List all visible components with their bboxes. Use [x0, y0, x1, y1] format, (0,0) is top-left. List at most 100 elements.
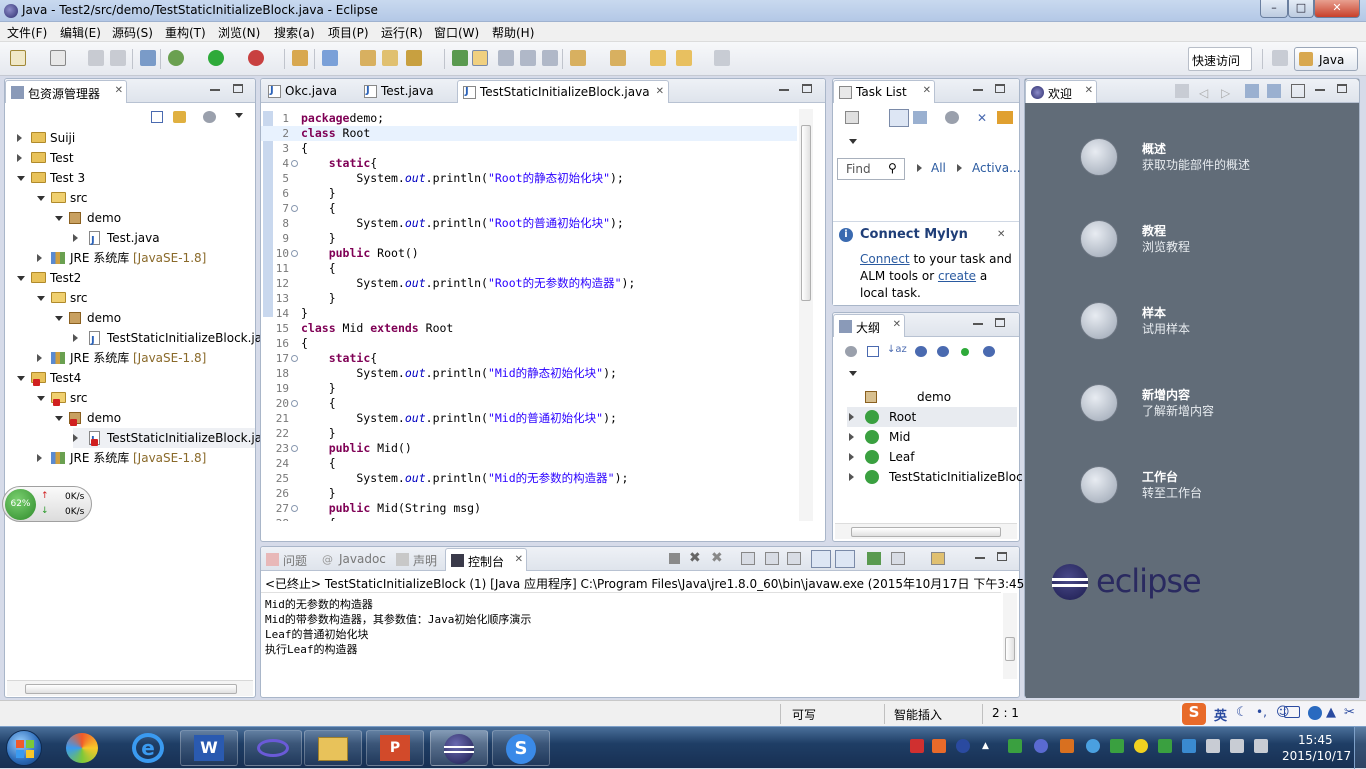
terminate-icon[interactable] — [669, 553, 680, 564]
clock-date[interactable]: 2015/10/17 — [1282, 749, 1351, 763]
tab-task-list[interactable]: Task List ✕ — [833, 80, 935, 103]
outline-item-root[interactable]: Root — [847, 407, 1017, 427]
tray-sogou-icon[interactable] — [932, 739, 946, 753]
collapse-all-icon[interactable] — [151, 111, 163, 123]
quick-access-input[interactable]: 快速访问 — [1188, 47, 1252, 71]
tab-javadoc[interactable]: @ Javadoc — [317, 548, 391, 571]
tray-plus-icon[interactable] — [1134, 739, 1148, 753]
expand-icon[interactable] — [73, 434, 78, 442]
fold-toggle-icon[interactable] — [291, 355, 298, 362]
code-line[interactable]: 22 } — [261, 426, 797, 441]
show-stderr-icon[interactable] — [835, 550, 855, 568]
tab-okc-java[interactable]: Okc.java — [263, 80, 355, 103]
taskbar-powerpoint[interactable]: P — [366, 730, 424, 766]
scrollbar-thumb[interactable] — [1005, 637, 1015, 661]
new-icon[interactable] — [10, 50, 26, 66]
tab-welcome[interactable]: 欢迎 ✕ — [1025, 80, 1097, 103]
clear-console-icon[interactable] — [741, 552, 755, 565]
filter-icon[interactable] — [845, 346, 857, 357]
expand-icon[interactable] — [73, 334, 78, 342]
tray-monitor-icon[interactable] — [1206, 739, 1220, 753]
minimize-view-icon[interactable] — [1315, 89, 1325, 91]
tab-package-explorer[interactable]: 包资源管理器 ✕ — [5, 80, 127, 103]
expand-icon[interactable] — [849, 433, 854, 441]
tab-declaration[interactable]: 声明 — [391, 548, 443, 571]
tray-infinity-icon[interactable] — [1034, 739, 1048, 753]
view-menu-icon[interactable] — [235, 113, 243, 118]
scroll-lock-icon[interactable] — [765, 552, 779, 565]
menu-project[interactable]: 项目(P) — [328, 24, 369, 41]
horizontal-scrollbar[interactable] — [7, 680, 253, 696]
collapse-icon[interactable] — [17, 376, 25, 381]
skin-icon[interactable] — [1308, 706, 1322, 720]
code-line[interactable]: 4 static{ — [261, 156, 797, 171]
new-java-project-icon[interactable] — [292, 50, 308, 66]
punctuation-icon[interactable]: •, — [1256, 705, 1267, 719]
taskbar-app2[interactable] — [244, 730, 302, 766]
show-stdout-icon[interactable] — [811, 550, 831, 568]
code-line[interactable]: 14} — [261, 306, 797, 321]
tab-problems[interactable]: 问题 — [261, 548, 317, 571]
code-line[interactable]: 11 { — [261, 261, 797, 276]
clock-time[interactable]: 15:45 — [1298, 733, 1333, 747]
maximize-view-icon[interactable] — [995, 318, 1005, 327]
minimize-view-icon[interactable] — [973, 89, 983, 91]
maximize-view-icon[interactable] — [995, 84, 1005, 93]
task-find-input[interactable]: Find ⚲ — [837, 158, 905, 180]
pin-console-icon[interactable] — [867, 552, 881, 565]
expand-icon[interactable] — [17, 134, 22, 142]
tray-gear-icon[interactable] — [1086, 739, 1100, 753]
fold-toggle-icon[interactable] — [291, 205, 298, 212]
menu-file[interactable]: 文件(F) — [7, 24, 47, 41]
maximize-view-icon[interactable] — [233, 84, 243, 93]
code-line[interactable]: 13 } — [261, 291, 797, 306]
tray-network-icon[interactable] — [1182, 739, 1196, 753]
minimize-view-icon[interactable] — [975, 557, 985, 559]
maximize-view-icon[interactable] — [802, 84, 812, 93]
show-desktop-button[interactable] — [1354, 727, 1366, 769]
tray-help-icon[interactable] — [956, 739, 970, 753]
code-line[interactable]: 28 { — [261, 516, 797, 521]
code-line[interactable]: 24 { — [261, 456, 797, 471]
remove-all-icon[interactable]: ✖ — [711, 550, 723, 566]
last-edit-location-icon[interactable] — [650, 50, 666, 66]
toggle-view-icon[interactable] — [542, 50, 558, 66]
next-annotation-icon[interactable] — [452, 50, 468, 66]
remove-launch-icon[interactable]: ✖ — [689, 550, 701, 566]
expand-icon[interactable] — [17, 154, 22, 162]
vertical-scrollbar[interactable] — [799, 109, 813, 521]
code-line[interactable]: 16 { — [261, 336, 797, 351]
create-link[interactable]: create — [938, 269, 976, 283]
forward-icon[interactable]: ▷ — [1221, 86, 1230, 100]
close-icon[interactable]: ✕ — [515, 554, 523, 565]
expand-icon[interactable] — [849, 413, 854, 421]
welcome-whats-new[interactable]: 新增内容 了解新增内容 — [1080, 384, 1340, 430]
tray-nvidia-icon[interactable] — [1110, 739, 1124, 753]
expand-icon[interactable] — [37, 454, 42, 462]
expand-icon[interactable] — [849, 453, 854, 461]
fold-toggle-icon[interactable] — [291, 160, 298, 167]
code-line[interactable]: 18 System.out.println("Mid的静态初始化块"); — [261, 366, 797, 381]
code-line[interactable]: 3{ — [261, 141, 797, 156]
filter-icon[interactable] — [945, 111, 959, 124]
welcome-workbench[interactable]: 工作台 转至工作台 — [1080, 466, 1340, 512]
new-task-icon[interactable] — [845, 111, 859, 124]
maximize-button[interactable]: □ — [1288, 0, 1314, 18]
menu-refactor[interactable]: 重构(T) — [165, 24, 206, 41]
console-output[interactable]: Mid的无参数的构造器 Mid的带参数构造器，其参数值：Java初始化顺序演示 … — [261, 592, 1001, 680]
activate-link[interactable]: Activa... — [972, 161, 1021, 175]
moon-icon[interactable]: ☾ — [1236, 705, 1248, 720]
open-console-icon[interactable] — [931, 552, 945, 565]
menu-window[interactable]: 窗口(W) — [434, 24, 479, 41]
code-line[interactable]: 1 packagedemo; — [261, 111, 797, 126]
close-icon[interactable]: ✕ — [656, 86, 664, 97]
welcome-tutorials[interactable]: 教程 浏览教程 — [1080, 220, 1340, 266]
pinwheel-app-icon[interactable] — [66, 733, 98, 763]
save-icon[interactable] — [88, 50, 104, 66]
code-line[interactable]: 12 System.out.println("Root的无参数的构造器"); — [261, 276, 797, 291]
view-menu-icon[interactable] — [849, 371, 857, 376]
sync-icon[interactable] — [997, 111, 1013, 124]
code-line[interactable]: 5 System.out.println("Root的静态初始化块"); — [261, 171, 797, 186]
close-icon[interactable]: ✕ — [923, 85, 931, 96]
tab-teststaticinitializeblock-java[interactable]: TestStaticInitializeBlock.java✕ — [457, 80, 669, 103]
